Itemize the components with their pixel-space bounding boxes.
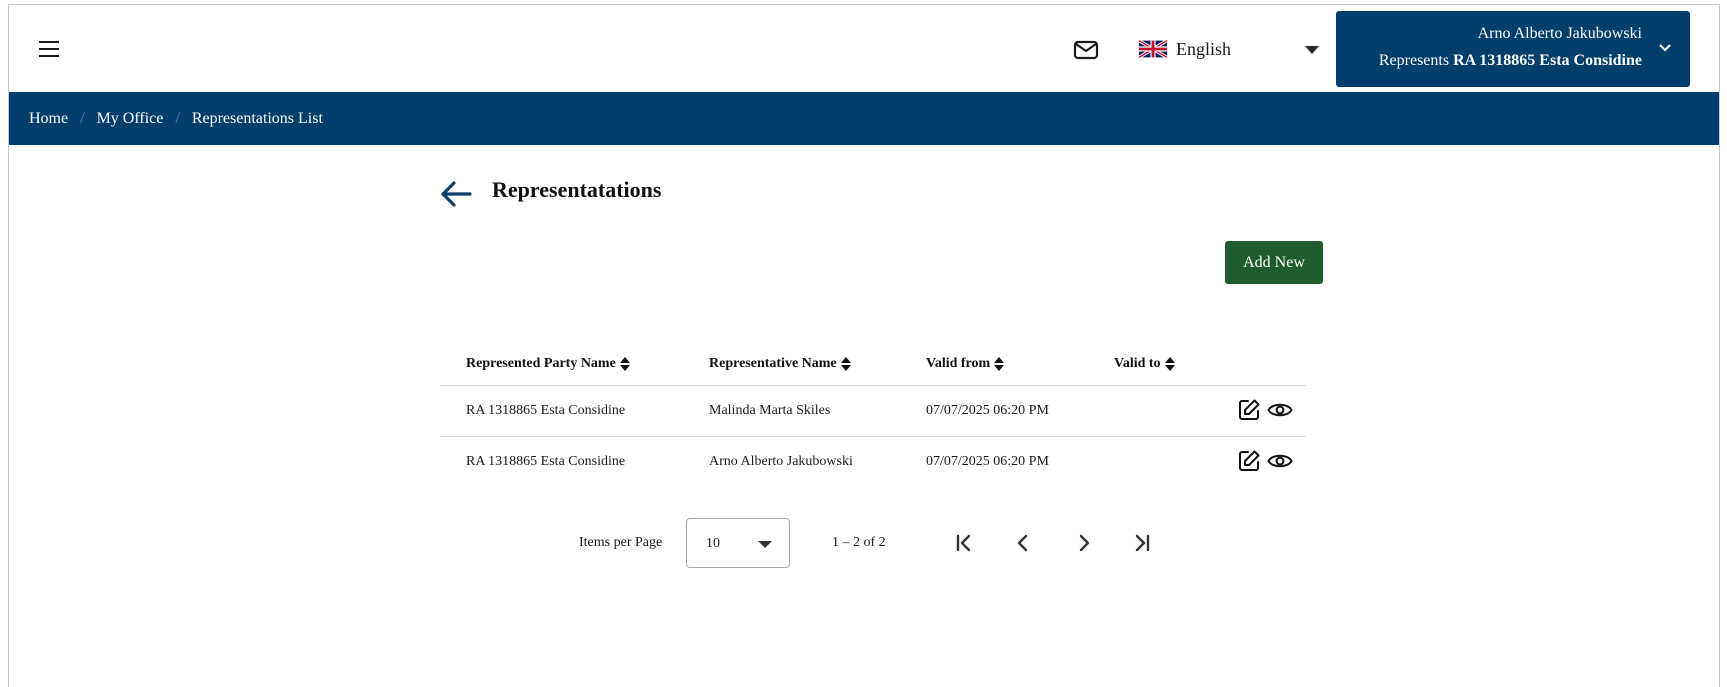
user-name: Arno Alberto Jakubowski xyxy=(1477,25,1642,42)
column-header-valid-to[interactable]: Valid to xyxy=(1114,356,1175,372)
cell-represented-party: RA 1318865 Esta Considine xyxy=(466,454,626,469)
page-range-label: 1 – 2 of 2 xyxy=(832,535,886,550)
caret-down-icon xyxy=(758,541,772,548)
previous-page-icon[interactable] xyxy=(1010,530,1036,556)
sort-icon xyxy=(1164,357,1175,371)
items-per-page-select[interactable]: 10 xyxy=(686,518,790,568)
cell-valid-from: 07/07/2025 06:20 PM xyxy=(926,403,1049,418)
table-header: Represented Party Name Representative Na… xyxy=(441,338,1306,386)
caret-down-icon[interactable] xyxy=(1305,46,1319,54)
app-frame: English Arno Alberto Jakubowski Represen… xyxy=(8,4,1720,687)
breadcrumb-separator: / xyxy=(80,109,85,127)
sort-icon xyxy=(994,357,1005,371)
cell-representative: Arno Alberto Jakubowski xyxy=(709,454,853,469)
column-header-valid-from[interactable]: Valid from xyxy=(926,356,1005,372)
cell-representative: Malinda Marta Skiles xyxy=(709,403,831,418)
view-eye-icon[interactable] xyxy=(1267,450,1293,472)
breadcrumb: Home / My Office / Representations List xyxy=(9,92,1719,145)
items-per-page-value: 10 xyxy=(706,536,720,551)
uk-flag-icon xyxy=(1139,40,1167,58)
next-page-icon[interactable] xyxy=(1071,530,1097,556)
paginator: Items per Page 10 1 – 2 of 2 xyxy=(9,518,1719,568)
chevron-down-icon xyxy=(1659,44,1671,52)
breadcrumb-representations-list: Representations List xyxy=(191,109,323,127)
breadcrumb-home[interactable]: Home xyxy=(29,110,68,128)
page-title: Representatations xyxy=(492,177,662,202)
breadcrumb-my-office[interactable]: My Office xyxy=(97,110,164,128)
column-header-label: Representative Name xyxy=(709,356,837,371)
cell-represented-party: RA 1318865 Esta Considine xyxy=(466,403,626,418)
column-header-label: Represented Party Name xyxy=(466,356,616,371)
table-row: RA 1318865 Esta Considine Malinda Marta … xyxy=(441,386,1306,437)
represents-entity: RA 1318865 Esta Considine xyxy=(1453,52,1642,69)
sort-icon xyxy=(840,357,851,371)
column-header-label: Valid from xyxy=(926,356,991,371)
edit-icon[interactable] xyxy=(1237,398,1261,422)
items-per-page-label: Items per Page xyxy=(579,535,663,550)
top-header: English Arno Alberto Jakubowski Represen… xyxy=(9,5,1719,92)
user-represents: Represents RA 1318865 Esta Considine xyxy=(1379,52,1642,70)
add-new-button[interactable]: Add New xyxy=(1225,241,1323,284)
edit-icon[interactable] xyxy=(1237,449,1261,473)
represents-prefix: Represents xyxy=(1378,52,1450,69)
back-arrow-icon[interactable] xyxy=(439,180,473,208)
last-page-icon[interactable] xyxy=(1129,530,1155,556)
representations-table: Represented Party Name Representative Na… xyxy=(441,338,1306,488)
first-page-icon[interactable] xyxy=(951,530,977,556)
column-header-label: Valid to xyxy=(1114,356,1161,371)
column-header-representative[interactable]: Representative Name xyxy=(709,356,851,372)
hamburger-menu-icon[interactable] xyxy=(39,41,59,57)
user-account-menu[interactable]: Arno Alberto Jakubowski Represents RA 13… xyxy=(1336,11,1690,87)
sort-icon xyxy=(619,357,630,371)
view-eye-icon[interactable] xyxy=(1267,399,1293,421)
envelope-icon[interactable] xyxy=(1073,39,1099,61)
language-selector[interactable]: English xyxy=(1139,37,1231,61)
language-label: English xyxy=(1176,38,1232,59)
breadcrumb-separator: / xyxy=(175,109,180,127)
cell-valid-from: 07/07/2025 06:20 PM xyxy=(926,454,1049,469)
column-header-represented-party[interactable]: Represented Party Name xyxy=(466,356,630,372)
table-row: RA 1318865 Esta Considine Arno Alberto J… xyxy=(441,437,1306,488)
